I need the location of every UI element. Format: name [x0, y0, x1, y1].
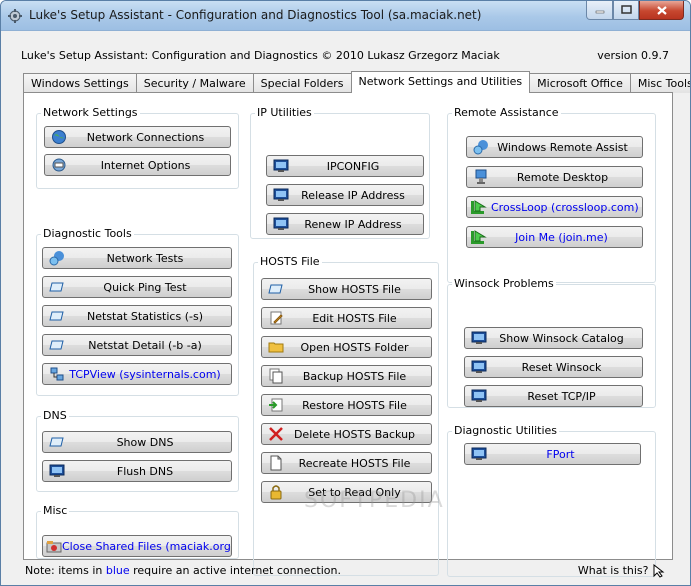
new-document-icon [268, 455, 284, 471]
group-dns: DNS Show DNS Flush DNS [36, 409, 239, 492]
remote-desktop-button[interactable]: Remote Desktop [466, 166, 643, 188]
delete-hosts-backup-button[interactable]: Delete HOSTS Backup [261, 423, 432, 445]
window-icon [49, 279, 65, 295]
release-ip-button[interactable]: Release IP Address [266, 184, 424, 206]
tcpview-button[interactable]: TCPView (sysinternals.com) [42, 363, 232, 385]
window-title: Luke's Setup Assistant - Configuration a… [29, 8, 482, 22]
group-ip-utilities: IP Utilities IPCONFIG Release IP Address… [250, 106, 430, 239]
watermark: SOFTPEDIA [304, 488, 445, 513]
window-icon [49, 308, 65, 324]
maximize-icon [620, 5, 632, 14]
tab-special-folders[interactable]: Special Folders [252, 73, 352, 93]
delete-x-icon [268, 426, 284, 442]
settings-globe-icon [51, 157, 67, 173]
tab-panel: Network Settings Network Connections Int… [23, 92, 673, 577]
close-shared-files-button[interactable]: Close Shared Files (maciak.org) [42, 535, 232, 557]
arrow-green-icon [471, 199, 487, 215]
group-label: Winsock Problems [452, 277, 556, 290]
window-icon [49, 337, 65, 353]
app-description: Luke's Setup Assistant: Configuration an… [21, 49, 500, 62]
tab-strip: Windows Settings Security / Malware Spec… [23, 71, 690, 93]
edit-hosts-file-button[interactable]: Edit HOSTS File [261, 307, 432, 329]
netstat-statistics-button[interactable]: Netstat Statistics (-s) [42, 305, 232, 327]
network-computers-icon [49, 366, 65, 382]
group-label: HOSTS File [258, 255, 322, 268]
window-icon [268, 281, 284, 297]
renew-ip-button[interactable]: Renew IP Address [266, 213, 424, 235]
tab-windows-settings[interactable]: Windows Settings [23, 73, 137, 93]
group-label: Network Settings [41, 106, 140, 119]
group-diagnostic-utilities: Diagnostic Utilities FPort [447, 424, 656, 577]
status-note: Note: items in blue require an active in… [25, 564, 341, 577]
maximize-button[interactable] [613, 1, 639, 20]
windows-remote-assist-button[interactable]: Windows Remote Assist [466, 136, 643, 158]
show-dns-button[interactable]: Show DNS [42, 431, 232, 453]
client-area: Luke's Setup Assistant: Configuration an… [9, 31, 690, 579]
globe-icon [51, 129, 67, 145]
backup-hosts-file-button[interactable]: Backup HOSTS File [261, 365, 432, 387]
quick-ping-test-button[interactable]: Quick Ping Test [42, 276, 232, 298]
monitor-icon [273, 158, 289, 174]
netstat-detail-button[interactable]: Netstat Detail (-b -a) [42, 334, 232, 356]
internet-options-button[interactable]: Internet Options [44, 154, 231, 176]
show-winsock-catalog-button[interactable]: Show Winsock Catalog [464, 327, 643, 349]
reset-winsock-button[interactable]: Reset Winsock [464, 356, 643, 378]
version-label: version 0.9.7 [597, 49, 669, 62]
network-icon [49, 250, 65, 266]
tab-misc-tools[interactable]: Misc Tools and Links [629, 73, 690, 93]
window-icon [49, 434, 65, 450]
close-icon [656, 5, 667, 15]
restore-icon [268, 397, 284, 413]
tab-security-malware[interactable]: Security / Malware [135, 73, 254, 93]
group-winsock-problems: Winsock Problems Show Winsock Catalog Re… [447, 277, 656, 408]
group-label: Misc [41, 504, 70, 517]
network-tests-button[interactable]: Network Tests [42, 247, 232, 269]
app-icon[interactable] [7, 8, 23, 24]
network-connections-button[interactable]: Network Connections [44, 126, 231, 148]
edit-document-icon [268, 310, 284, 326]
arrow-green-icon [471, 229, 487, 245]
crossloop-button[interactable]: CrossLoop (crossloop.com) [466, 196, 643, 218]
title-bar[interactable]: Luke's Setup Assistant - Configuration a… [1, 1, 690, 31]
monitor-icon [471, 330, 487, 346]
open-hosts-folder-button[interactable]: Open HOSTS Folder [261, 336, 432, 358]
show-hosts-file-button[interactable]: Show HOSTS File [261, 278, 432, 300]
remote-desktop-icon [473, 169, 489, 185]
monitor-icon [471, 359, 487, 375]
group-remote-assistance: Remote Assistance Windows Remote Assist … [447, 106, 656, 283]
help-cursor-icon [653, 563, 665, 578]
reset-tcpip-button[interactable]: Reset TCP/IP [464, 385, 643, 407]
folder-icon [268, 339, 284, 355]
join-me-button[interactable]: Join Me (join.me) [466, 226, 643, 248]
group-label: DNS [41, 409, 69, 422]
recreate-hosts-file-button[interactable]: Recreate HOSTS File [261, 452, 432, 474]
group-misc: Misc Close Shared Files (maciak.org) [36, 504, 239, 559]
minimize-icon [595, 10, 604, 14]
shared-folder-icon [46, 538, 62, 554]
monitor-icon [49, 463, 65, 479]
lock-icon [268, 484, 284, 500]
fport-button[interactable]: FPort [464, 443, 641, 465]
minimize-button[interactable] [586, 1, 613, 20]
network-icon [473, 139, 489, 155]
group-label: Diagnostic Utilities [452, 424, 559, 437]
monitor-icon [471, 388, 487, 404]
app-window: Luke's Setup Assistant - Configuration a… [0, 0, 691, 586]
tab-microsoft-office[interactable]: Microsoft Office [529, 73, 631, 93]
flush-dns-button[interactable]: Flush DNS [42, 460, 232, 482]
tab-network-settings[interactable]: Network Settings and Utilities [350, 71, 531, 93]
group-diagnostic-tools: Diagnostic Tools Network Tests Quick Pin… [36, 227, 239, 396]
monitor-icon [273, 216, 289, 232]
copy-document-icon [268, 368, 284, 384]
group-label: Remote Assistance [452, 106, 561, 119]
monitor-icon [273, 187, 289, 203]
monitor-icon [471, 446, 487, 462]
close-button[interactable] [639, 1, 684, 20]
restore-hosts-file-button[interactable]: Restore HOSTS File [261, 394, 432, 416]
group-label: Diagnostic Tools [41, 227, 134, 240]
ipconfig-button[interactable]: IPCONFIG [266, 155, 424, 177]
group-network-settings: Network Settings Network Connections Int… [36, 106, 239, 189]
help-link[interactable]: What is this? [578, 563, 666, 578]
group-label: IP Utilities [255, 106, 314, 119]
